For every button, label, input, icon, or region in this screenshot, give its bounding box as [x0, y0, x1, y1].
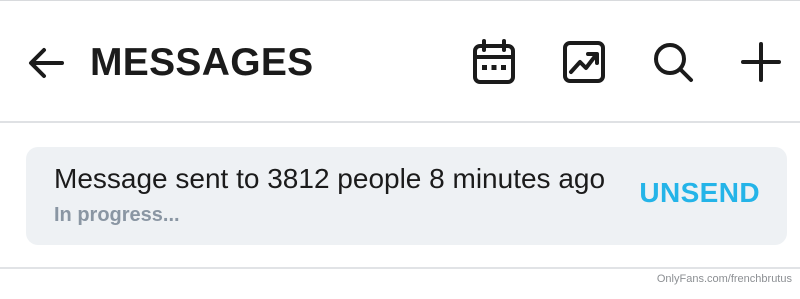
back-button[interactable]	[22, 39, 70, 87]
image-chart-icon	[563, 41, 605, 83]
notice-status: In progress...	[54, 204, 180, 226]
page-title: MESSAGES	[90, 41, 314, 84]
search-button[interactable]	[648, 37, 698, 87]
calendar-icon	[473, 39, 515, 84]
header-bar: MESSAGES	[0, 1, 800, 123]
arrow-left-icon	[29, 48, 64, 78]
media-vault-button[interactable]	[559, 37, 609, 87]
unsend-button[interactable]: UNSEND	[639, 177, 760, 209]
watermark: OnlyFans.com/frenchbrutus	[656, 273, 792, 285]
messages-screen: MESSAGES Message sent to 3812 people 8 m…	[0, 0, 800, 299]
plus-icon	[741, 42, 781, 82]
sent-message-notice: Message sent to 3812 people 8 minutes ag…	[26, 147, 787, 245]
divider	[0, 267, 800, 269]
search-icon	[654, 43, 693, 82]
add-button[interactable]	[736, 37, 786, 87]
calendar-button[interactable]	[469, 37, 519, 87]
notice-message: Message sent to 3812 people 8 minutes ag…	[54, 163, 606, 194]
